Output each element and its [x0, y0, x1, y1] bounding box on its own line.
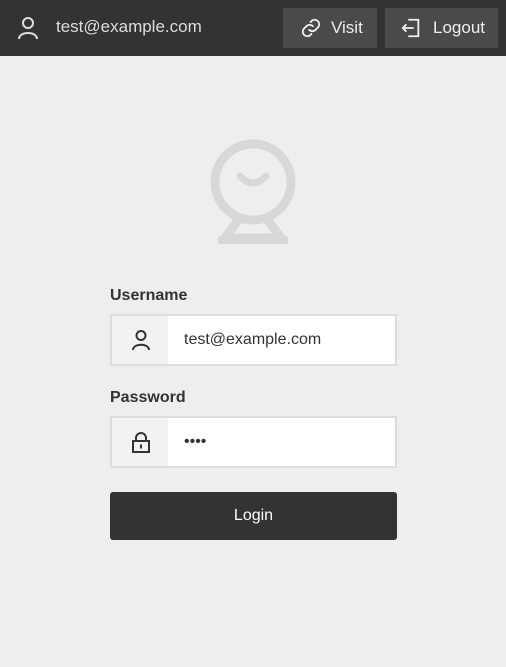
username-label: Username [110, 287, 188, 304]
login-button[interactable]: Login [110, 492, 397, 540]
lock-icon [132, 432, 150, 453]
top-bar: test@example.com Visit Logout [0, 0, 506, 56]
logout-icon [401, 18, 420, 38]
password-label: Password [110, 389, 186, 406]
link-icon [301, 18, 321, 38]
visit-label: Visit [331, 18, 363, 37]
username-input[interactable] [168, 316, 395, 364]
username-field [110, 314, 397, 366]
logout-button[interactable]: Logout [385, 8, 498, 48]
keyhole-smile-logo [210, 139, 296, 244]
user-icon [18, 17, 38, 40]
user-email: test@example.com [56, 17, 202, 36]
password-input[interactable] [168, 418, 395, 466]
password-field [110, 416, 397, 468]
password-icon-box [112, 418, 168, 466]
user-icon [132, 330, 150, 351]
logout-label: Logout [433, 18, 485, 37]
visit-button[interactable]: Visit [283, 8, 377, 48]
username-icon-box [112, 316, 168, 364]
